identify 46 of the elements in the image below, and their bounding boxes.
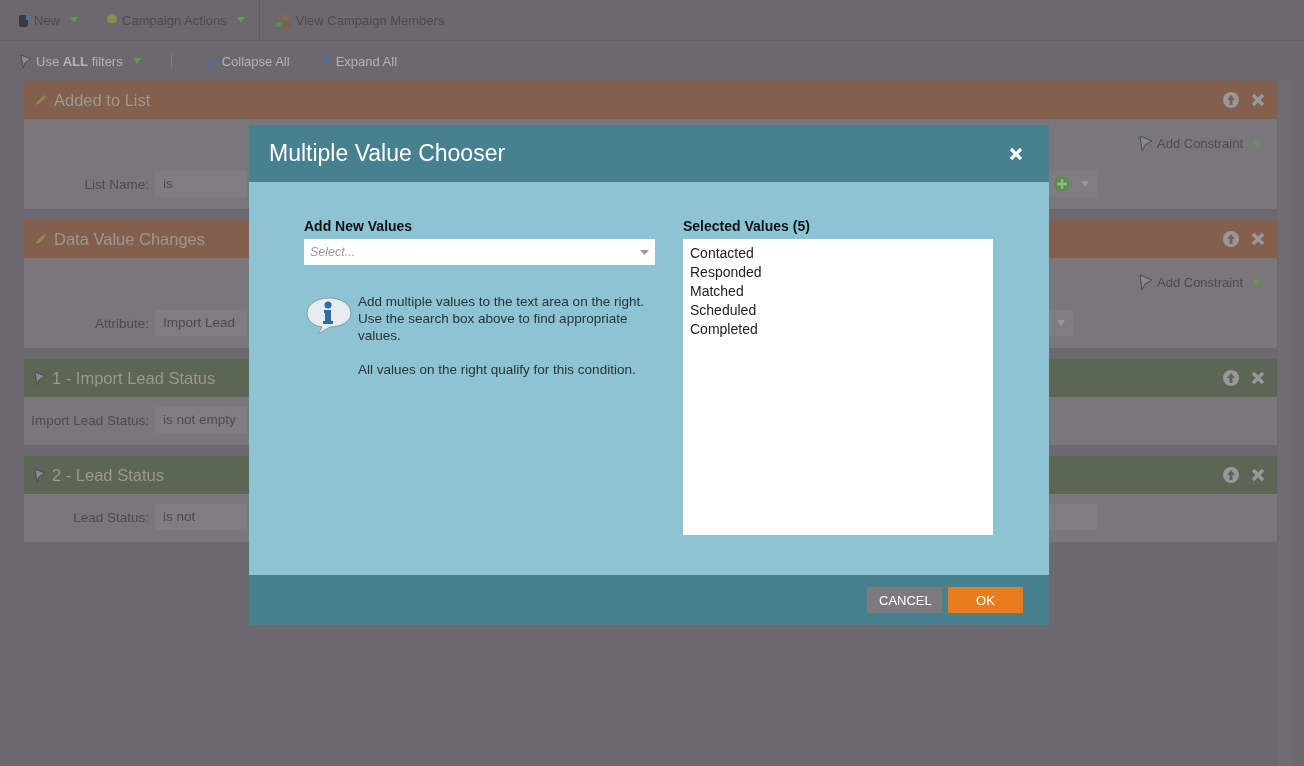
plus-circle-icon — [1053, 175, 1071, 193]
caret-icon — [1081, 181, 1089, 187]
card-title: Data Value Changes — [54, 229, 206, 249]
filter-logic-dropdown[interactable]: Use ALL filters — [20, 53, 141, 69]
triangle-up-icon — [205, 57, 218, 65]
caret-icon — [640, 249, 649, 255]
expand-all-button[interactable]: Expand All — [319, 53, 398, 69]
ok-button[interactable]: OK — [948, 587, 1023, 613]
pencil-icon — [34, 93, 48, 107]
lightbulb-icon — [106, 12, 118, 28]
section-label: Add New Values — [304, 218, 414, 234]
up-arrow-circle-icon — [1223, 370, 1239, 386]
value-line: Scheduled — [690, 301, 758, 320]
pencil-icon — [34, 232, 48, 246]
up-arrow-circle-icon — [1223, 467, 1239, 483]
dialog-title: Multiple Value Chooser — [269, 140, 506, 167]
section-label: Selected Values (5) — [683, 218, 811, 234]
close-icon — [1009, 146, 1023, 161]
up-arrow-circle-icon — [1223, 231, 1239, 247]
caret-icon — [1057, 320, 1065, 326]
close-icon — [1251, 93, 1265, 107]
close-icon — [1251, 232, 1265, 246]
people-icon — [273, 12, 292, 28]
cancel-button[interactable]: CANCEL — [867, 587, 942, 613]
value-line: Responded — [690, 263, 763, 282]
card-title: 2 - Lead Status — [52, 465, 164, 485]
close-icon — [1251, 468, 1265, 482]
values-text-area[interactable]: Contacted Responded Matched Scheduled Completed — [683, 239, 993, 535]
close-icon — [1251, 371, 1265, 385]
info-text: Add multiple values to the text area on the right. Use the search box above to find appropriate values. — [358, 293, 645, 344]
up-arrow-circle-icon — [1223, 92, 1239, 108]
device-icon — [18, 12, 30, 28]
card-title: Added to List — [54, 90, 151, 110]
value-select-field[interactable]: Select... — [304, 239, 655, 265]
triangle-down-icon — [319, 57, 332, 65]
add-value-button[interactable] — [1047, 171, 1097, 197]
note-text: All values on the right qualify for this condition. — [358, 361, 637, 378]
caret-icon — [1253, 140, 1261, 147]
value-line: Matched — [690, 282, 745, 301]
caret-icon — [1253, 279, 1261, 286]
collapse-all-button[interactable]: Collapse All — [205, 53, 290, 69]
info-bubble-icon — [304, 295, 354, 335]
card-title: 1 - Import Lead Status — [52, 368, 216, 388]
value-line: Completed — [690, 320, 759, 339]
caret-icon — [132, 58, 141, 64]
value-line: Contacted — [690, 244, 755, 263]
